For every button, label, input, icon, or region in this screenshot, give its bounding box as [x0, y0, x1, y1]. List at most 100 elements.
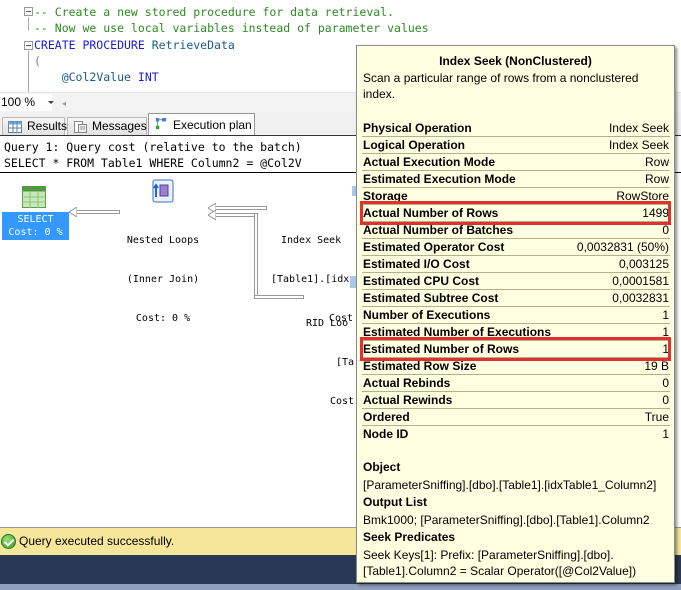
tab-messages[interactable]: Messages	[67, 117, 147, 135]
property-row: Actual Rewinds 0	[362, 392, 670, 409]
tooltip-description: Scan a particular range of rows from a n…	[363, 71, 639, 101]
query-cost-header: Query 1: Query cost (relative to the bat…	[4, 140, 302, 154]
plan-node-select[interactable]: SELECT Cost: 0 %	[2, 212, 69, 240]
data-flow-arrow	[254, 213, 258, 299]
node-cost: Cost: 0 %	[135, 313, 191, 324]
property-row: Number of Executions 1	[362, 307, 670, 324]
property-value: Index Seek	[608, 138, 669, 152]
seek-predicates-line-2: [Table1].Column2 = Scalar Operator([@Col…	[363, 564, 637, 578]
property-row: Estimated Operator Cost 0,0032831 (50%)	[362, 239, 670, 256]
property-value: 0,0032831 (50%)	[576, 240, 669, 254]
property-value: Row	[644, 155, 669, 169]
property-value: 1	[662, 427, 669, 441]
property-row: Estimated Execution Mode Row	[362, 171, 670, 188]
property-value: 0,003125	[618, 257, 669, 271]
code-line-comment-2: -- Now we use local variables instead of…	[34, 21, 429, 35]
highlight-estimated-rows	[360, 337, 671, 361]
collapse-toggle[interactable]	[24, 41, 33, 50]
select-result-icon	[22, 186, 46, 208]
property-row: Estimated CPU Cost 0,0001581	[362, 273, 670, 290]
property-row: Actual Execution Mode Row	[362, 154, 670, 171]
code-line-parameter: @Col2Value INT	[34, 69, 159, 85]
data-flow-arrow	[72, 210, 120, 214]
highlight-actual-rows	[360, 201, 671, 225]
property-row: Estimated Subtree Cost 0,0032831	[362, 290, 670, 307]
property-row: Physical Operation Index Seek	[362, 120, 670, 137]
code-line-create-procedure: CREATE PROCEDURE RetrieveData	[34, 37, 235, 53]
property-key: Physical Operation	[363, 121, 472, 135]
output-list-heading: Output List	[363, 495, 427, 509]
plan-node-rid-lookup[interactable]: RID Loo [Ta Cost	[306, 291, 358, 434]
property-row: Node ID 1	[362, 426, 670, 443]
parameter-type: INT	[137, 70, 159, 84]
property-row: Actual Rebinds 0	[362, 375, 670, 392]
node-subtitle: [Ta	[336, 357, 355, 368]
property-value: True	[644, 410, 669, 424]
seek-predicates-line-1: Seek Keys[1]: Prefix: [ParameterSniffing…	[363, 548, 614, 562]
property-key: Ordered	[363, 410, 410, 424]
collapse-toggle[interactable]	[24, 7, 33, 16]
property-value: Index Seek	[608, 121, 669, 135]
property-key: Estimated I/O Cost	[363, 257, 470, 271]
tab-label: Execution plan	[173, 118, 252, 132]
object-heading: Object	[363, 460, 401, 474]
object-value: [ParameterSniffing].[dbo].[Table1].[idxT…	[363, 478, 657, 492]
query-sql-text: SELECT * FROM Table1 WHERE Column2 = @Co…	[4, 156, 302, 170]
code-line-comment-1: -- Create a new stored procedure for dat…	[34, 5, 395, 19]
keyword: CREATE PROCEDURE	[34, 38, 145, 52]
property-key: Number of Executions	[363, 308, 491, 322]
property-value: 0,0032831	[612, 291, 669, 305]
property-key: Actual Rewinds	[363, 393, 453, 407]
property-value: 0	[662, 393, 669, 407]
ide-bottom-bar	[0, 584, 681, 590]
tab-label: Results	[27, 119, 68, 133]
node-cost: Cost	[330, 396, 355, 407]
tab-label: Messages	[92, 119, 147, 133]
node-name: SELECT	[17, 214, 54, 225]
operator-tooltip: Index Seek (NonClustered) Scan a particu…	[356, 45, 675, 583]
code-line-paren: (	[34, 54, 41, 68]
property-key: Estimated Subtree Cost	[363, 291, 499, 305]
property-value: 0,0001581	[612, 274, 669, 288]
property-key: Logical Operation	[363, 138, 466, 152]
property-row: Estimated I/O Cost 0,003125	[362, 256, 670, 273]
tab-results[interactable]: Results	[2, 117, 68, 135]
property-key: Actual Execution Mode	[363, 155, 496, 169]
property-key: Actual Rebinds	[363, 376, 451, 390]
data-flow-arrow	[212, 206, 267, 210]
status-message: Query executed successfully.	[19, 534, 175, 548]
procedure-name: RetrieveData	[151, 38, 235, 52]
data-flow-arrow	[212, 213, 258, 217]
arrow-head-icon	[208, 210, 216, 220]
property-value: 1	[662, 308, 669, 322]
tooltip-properties: Physical Operation Index Seek Logical Oper…	[362, 120, 670, 443]
fold-guide	[28, 17, 29, 31]
property-row: Logical Operation Index Seek	[362, 137, 670, 154]
property-key: Estimated CPU Cost	[363, 274, 480, 288]
success-check-icon	[1, 534, 16, 549]
property-value: Row	[644, 172, 669, 186]
seek-predicates-heading: Seek Predicates	[363, 530, 456, 544]
node-name: Nested Loops	[126, 235, 200, 246]
output-list-value: Bmk1000; [ParameterSniffing].[dbo].[Tabl…	[363, 513, 650, 527]
zoom-dropdown[interactable]: 100 %	[0, 94, 52, 111]
node-cost: Cost: 0 %	[8, 227, 63, 238]
scroll-left-icon[interactable]: ◂	[62, 99, 66, 108]
node-subtitle: (Inner Join)	[126, 274, 200, 285]
chevron-down-icon[interactable]	[48, 101, 54, 104]
nested-loops-icon	[152, 179, 174, 203]
node-name: RID Loo	[306, 318, 349, 329]
tab-execution-plan[interactable]: Execution plan	[148, 113, 255, 136]
property-value: 0	[662, 376, 669, 390]
plan-node-nested-loops[interactable]: Nested Loops (Inner Join) Cost: 0 %	[118, 208, 208, 351]
parameter-name: @Col2Value	[61, 70, 131, 84]
property-key: Node ID	[363, 427, 409, 441]
grid-icon	[8, 121, 22, 133]
node-name: Index Seek	[281, 235, 342, 246]
node-subtitle: [Table1].[idx	[271, 274, 350, 285]
fold-guide	[28, 51, 29, 92]
property-row: Ordered True	[362, 409, 670, 426]
arrow-head-icon	[69, 207, 77, 217]
property-key: Estimated Execution Mode	[363, 172, 516, 186]
execution-plan-icon	[155, 118, 167, 130]
